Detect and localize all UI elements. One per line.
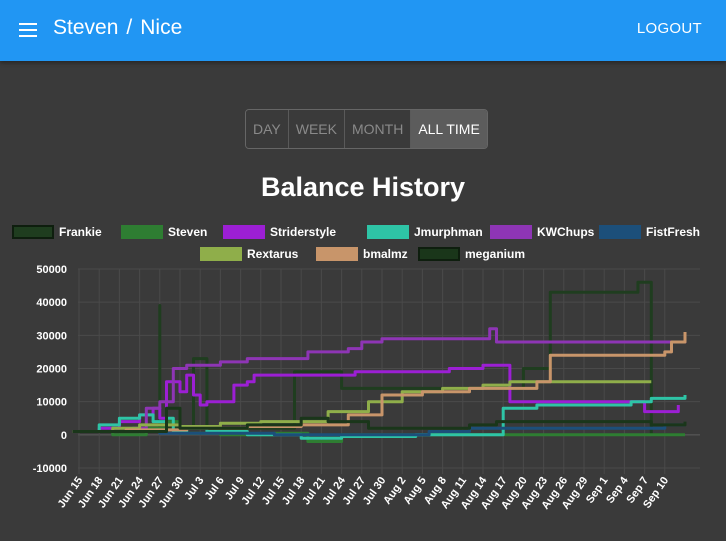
legend-item-frankie[interactable]: Frankie	[12, 225, 102, 239]
legend-label: FistFresh	[646, 225, 700, 239]
hamburger-menu-icon[interactable]	[18, 20, 40, 40]
legend-label: KWChups	[537, 225, 595, 239]
legend-swatch	[316, 247, 358, 261]
user-name: Steven	[53, 16, 119, 39]
legend-label: Rextarus	[247, 247, 299, 261]
range-day-button[interactable]: DAY	[246, 110, 289, 148]
y-tick-label: -10000	[33, 463, 67, 475]
chart-series-lines	[72, 280, 687, 443]
y-axis: 50000 40000 30000 20000 10000 0 -10000	[33, 264, 67, 475]
legend-label: meganium	[465, 247, 525, 261]
range-all-time-button[interactable]: ALL TIME	[411, 110, 487, 148]
balance-history-chart: Frankie Steven Striderstyle Jmurphman KWChup…	[12, 225, 700, 512]
y-tick-label: 20000	[36, 364, 67, 376]
legend-swatch	[490, 225, 532, 239]
legend-item-rextarus[interactable]: Rextarus	[200, 247, 299, 261]
legend-swatch	[599, 225, 641, 239]
logout-button[interactable]: LOGOUT	[637, 20, 702, 37]
series-line-frankie	[72, 280, 685, 437]
y-tick-label: 0	[61, 430, 67, 442]
legend-label: bmalmz	[363, 247, 408, 261]
legend-item-steven[interactable]: Steven	[121, 225, 207, 239]
x-tick-label: Jul 6	[203, 475, 227, 502]
legend-label: Steven	[168, 225, 207, 239]
legend-swatch	[418, 247, 460, 261]
range-month-button[interactable]: MONTH	[344, 110, 412, 148]
app-bar: Steven / Nice LOGOUT	[0, 0, 726, 61]
legend-label: Jmurphman	[414, 225, 483, 239]
chart-title: Balance History	[260, 172, 466, 202]
y-tick-label: 30000	[36, 330, 67, 342]
title-separator: /	[126, 16, 133, 39]
range-week-button[interactable]: WEEK	[288, 110, 345, 148]
legend-item-meganium[interactable]: meganium	[418, 247, 525, 261]
legend-swatch	[367, 225, 409, 239]
legend-item-bmalmz[interactable]: bmalmz	[316, 247, 408, 261]
legend-item-kwchups[interactable]: KWChups	[490, 225, 595, 239]
legend-label: Frankie	[59, 225, 102, 239]
group-name: Nice	[140, 16, 183, 39]
x-tick-label: Jul 3	[182, 475, 206, 502]
legend-label: Striderstyle	[270, 225, 336, 239]
time-range-selector: DAY WEEK MONTH ALL TIME	[245, 109, 488, 149]
page-title: Steven / Nice	[53, 16, 182, 40]
legend-item-fistfresh[interactable]: FistFresh	[599, 225, 700, 239]
chart-legend: Frankie Steven Striderstyle Jmurphman KWChup…	[12, 225, 700, 261]
legend-swatch	[223, 225, 265, 239]
y-tick-label: 40000	[36, 297, 67, 309]
legend-swatch	[12, 225, 54, 239]
x-axis: Jun 15Jun 18Jun 21Jun 24Jun 27Jun 30Jul …	[56, 474, 672, 512]
legend-item-jmurphman[interactable]: Jmurphman	[367, 225, 483, 239]
legend-item-striderstyle[interactable]: Striderstyle	[223, 225, 336, 239]
y-tick-label: 50000	[36, 264, 67, 276]
legend-swatch	[121, 225, 163, 239]
y-tick-label: 10000	[36, 397, 67, 409]
legend-swatch	[200, 247, 242, 261]
